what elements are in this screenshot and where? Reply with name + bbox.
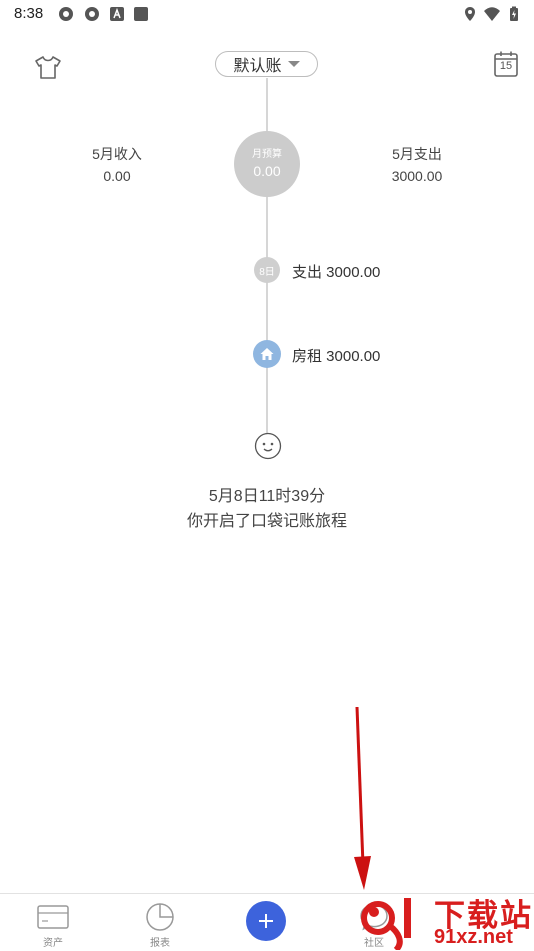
book-selector[interactable]: 默认账 <box>215 51 318 77</box>
house-icon <box>260 348 274 360</box>
day-total: 支出 3000.00 <box>292 264 381 281</box>
income-label: 5月收入 <box>92 146 142 162</box>
location-icon <box>465 7 475 21</box>
income-value: 0.00 <box>103 168 131 184</box>
watermark-url: 91xz.net <box>434 926 513 948</box>
smiley-icon <box>254 432 282 460</box>
app-notification-icon <box>59 7 73 21</box>
nav-assets[interactable]: 资产 <box>13 894 93 951</box>
skin-shirt-icon[interactable] <box>33 53 63 83</box>
wifi-icon <box>484 7 500 21</box>
calendar-button[interactable]: 15 <box>493 50 519 78</box>
expense-summary[interactable]: 5月支出 3000.00 <box>357 143 477 187</box>
nav-reports-label: 报表 <box>150 938 170 949</box>
calendar-day: 15 <box>499 60 513 72</box>
pie-chart-icon <box>146 903 174 931</box>
status-bar: 8:38 <box>0 0 534 28</box>
plus-icon <box>259 914 273 928</box>
book-name: 默认账 <box>233 58 282 75</box>
app-notification-icon <box>85 7 99 21</box>
status-time: 8:38 <box>14 5 44 22</box>
watermark: 下载站 91xz.net <box>360 888 534 950</box>
day-badge: 8日 <box>254 257 280 283</box>
annotation-arrow <box>354 706 371 890</box>
font-notification-icon <box>110 7 124 21</box>
watermark-logo-icon <box>361 898 411 950</box>
budget-circle[interactable]: 月预算 0.00 <box>234 131 300 197</box>
expense-label: 5月支出 <box>392 146 442 162</box>
income-summary[interactable]: 5月收入 0.00 <box>57 143 177 187</box>
journey-start-message: 你开启了口袋记账旅程 <box>186 513 347 530</box>
chevron-down-icon <box>287 61 300 67</box>
square-notification-icon <box>134 7 148 21</box>
battery-icon <box>510 6 518 21</box>
budget-value: 0.00 <box>253 163 281 179</box>
entry-item[interactable]: 房租 3000.00 <box>292 345 380 366</box>
expense-value: 3000.00 <box>391 168 443 184</box>
journey-start-time: 5月8日11时39分 <box>208 488 326 505</box>
nav-assets-label: 资产 <box>43 938 63 949</box>
card-icon <box>37 905 69 929</box>
nav-reports[interactable]: 报表 <box>120 894 200 951</box>
budget-label: 月预算 <box>252 149 282 160</box>
rent-category-badge[interactable] <box>253 340 281 368</box>
add-entry-button[interactable] <box>246 901 286 941</box>
